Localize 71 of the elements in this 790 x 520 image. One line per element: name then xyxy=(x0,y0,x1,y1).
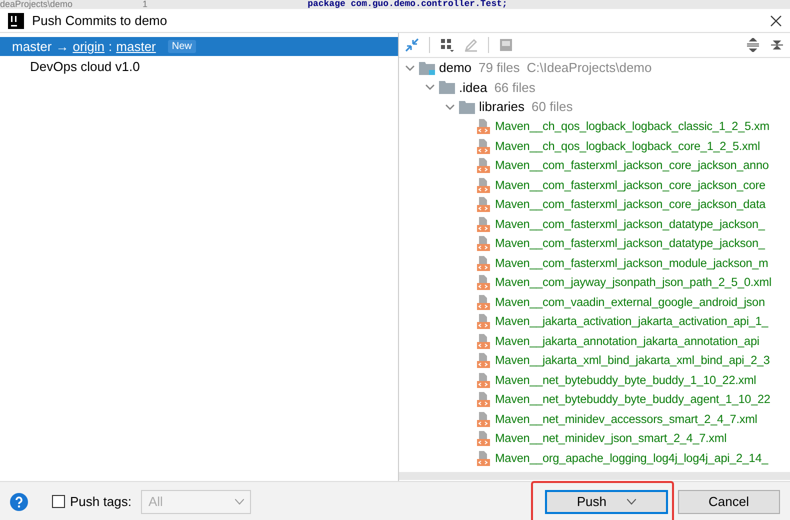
horizontal-scrollbar[interactable] xyxy=(399,472,790,480)
file-name[interactable]: Maven__com_fasterxml_jackson_datatype_jackson_ xyxy=(495,216,765,231)
expand-all-icon[interactable] xyxy=(746,38,760,52)
folder-icon xyxy=(459,100,475,114)
xml-file-icon xyxy=(475,176,491,193)
project-path: deaProjects\demo xyxy=(0,0,73,9)
file-name[interactable]: Maven__net_bytebuddy_byte_buddy_1_10_22.xml xyxy=(495,372,756,387)
file-name[interactable]: Maven__jakarta_annotation_jakarta_annotation_api xyxy=(495,334,760,348)
file-count: 66 files xyxy=(494,80,536,95)
module-folder-icon xyxy=(419,60,435,75)
folder-icon xyxy=(439,80,455,94)
collapse-arrows-icon[interactable] xyxy=(405,38,419,52)
chevron-icon[interactable] xyxy=(445,102,455,112)
file-name[interactable]: Maven__net_minidev_json_smart_2_4_7.xml xyxy=(495,431,727,446)
file-name[interactable]: Maven__ch_qos_logback_logback_classic_1_2_5.xm xyxy=(495,119,770,134)
xml-file-icon xyxy=(475,254,491,271)
xml-file-icon xyxy=(475,410,491,427)
chevron-icon[interactable] xyxy=(405,62,415,73)
xml-file-icon xyxy=(475,274,491,290)
collapse-all-icon[interactable] xyxy=(770,38,784,52)
cancel-button[interactable]: Cancel xyxy=(678,490,780,514)
preview-panel-icon[interactable] xyxy=(499,38,513,52)
file-name[interactable]: Maven__com_jayway_jsonpath_json_path_2_5_0.xml xyxy=(495,275,772,290)
app-logo-icon xyxy=(8,12,24,28)
push-tags-checkbox[interactable] xyxy=(52,495,65,508)
branch-row[interactable]: master → origin : master New xyxy=(0,37,398,56)
xml-file-icon xyxy=(475,235,491,252)
line-number: 1 xyxy=(142,0,148,9)
xml-file-icon xyxy=(475,372,491,388)
folder-name[interactable]: .idea xyxy=(459,80,488,95)
window-title: Push Commits to demo xyxy=(32,13,168,28)
file-name[interactable]: Maven__org_apache_logging_log4j_log4j_api_2_14_ xyxy=(495,450,768,465)
file-name[interactable]: Maven__com_fasterxml_jackson_core_jackson_data xyxy=(495,197,766,212)
xml-file-icon xyxy=(475,450,491,466)
file-name[interactable]: Maven__jakarta_xml_bind_jakarta_xml_bind_api_2_3 xyxy=(495,353,770,368)
close-icon[interactable] xyxy=(770,14,782,26)
help-icon[interactable] xyxy=(10,492,28,510)
folder-name[interactable]: libraries xyxy=(479,99,525,114)
xml-file-icon xyxy=(475,138,491,154)
folder-path: C:\IdeaProjects\demo xyxy=(526,60,652,76)
xml-file-icon xyxy=(475,157,491,174)
file-name[interactable]: Maven__net_bytebuddy_byte_buddy_agent_1_10_22 xyxy=(495,392,770,406)
file-count: 79 files xyxy=(478,60,520,76)
commit-message[interactable]: DevOps cloud v1.0 xyxy=(30,58,140,74)
xml-file-icon xyxy=(475,118,491,134)
file-name[interactable]: Maven__com_vaadin_external_google_android_json xyxy=(495,294,765,309)
xml-file-icon xyxy=(475,352,491,368)
file-name[interactable]: Maven__com_fasterxml_jackson_datatype_jackson_ xyxy=(495,236,765,250)
file-name[interactable]: Maven__ch_qos_logback_logback_core_1_2_5.xml xyxy=(495,138,760,153)
xml-file-icon xyxy=(475,196,491,212)
xml-file-icon xyxy=(475,430,491,446)
folder-name[interactable]: demo xyxy=(439,60,472,76)
xml-file-icon xyxy=(475,216,491,232)
push-tags-label: Push tags: xyxy=(70,494,132,509)
file-count: 60 files xyxy=(532,99,573,114)
file-name[interactable]: Maven__net_minidev_accessors_smart_2_4_7.xml xyxy=(495,412,758,426)
chevron-icon[interactable] xyxy=(425,82,435,92)
xml-file-icon xyxy=(475,391,491,408)
file-name[interactable]: Maven__com_fasterxml_jackson_core_jackson_core xyxy=(495,178,766,192)
group-by-icon[interactable] xyxy=(440,38,454,52)
dropdown-caret-icon xyxy=(235,498,244,504)
xml-file-icon xyxy=(475,332,491,349)
file-name[interactable]: Maven__com_fasterxml_jackson_module_jackson_m xyxy=(495,256,768,270)
file-name[interactable]: Maven__com_fasterxml_jackson_core_jackson_anno xyxy=(495,158,769,172)
caret-icon xyxy=(626,498,636,504)
xml-file-icon xyxy=(475,313,491,330)
xml-file-icon xyxy=(475,294,491,310)
push-button[interactable]: Push xyxy=(544,490,668,514)
new-badge: New xyxy=(168,40,196,53)
file-name[interactable]: Maven__jakarta_activation_jakarta_activation_api_1_ xyxy=(495,314,768,328)
edit-pencil-icon[interactable] xyxy=(464,38,478,52)
